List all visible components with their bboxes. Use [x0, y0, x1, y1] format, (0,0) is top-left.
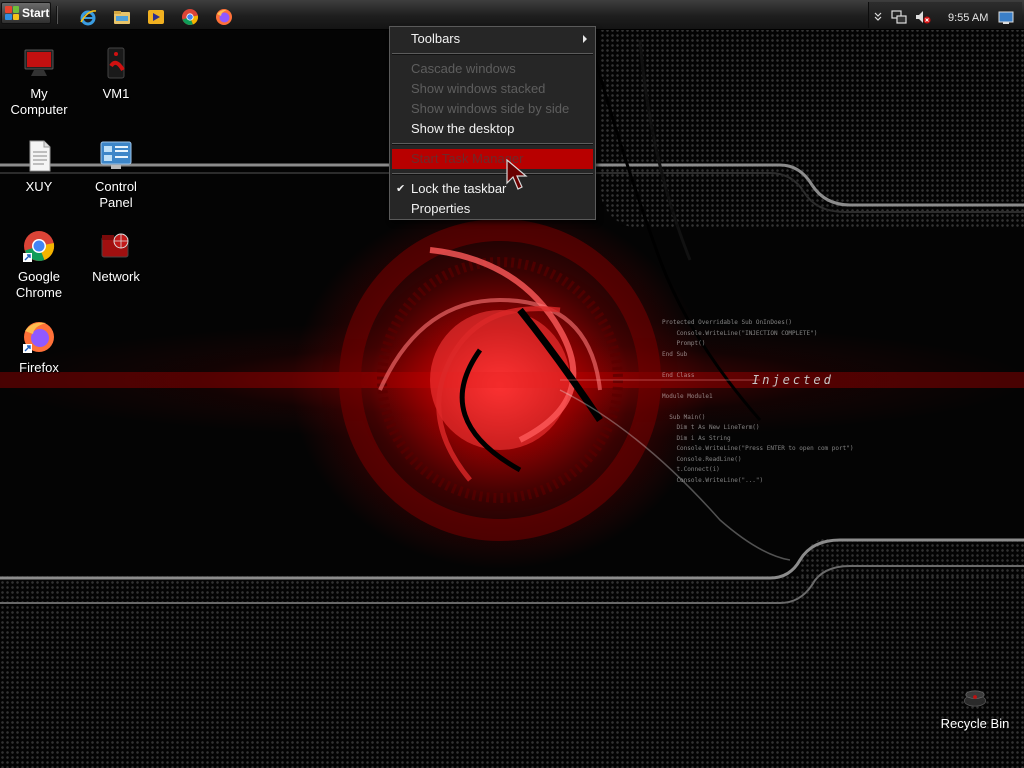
menu-item-lock-the-taskbar[interactable]: ✔ Lock the taskbar	[390, 179, 595, 199]
wallpaper-injected-text: Injected	[752, 373, 834, 387]
media-player-icon[interactable]	[147, 8, 165, 26]
file-explorer-icon[interactable]	[113, 8, 131, 26]
start-button[interactable]: Start	[1, 2, 51, 24]
menu-item-label: Properties	[411, 201, 471, 216]
quick-launch-separator	[56, 6, 58, 24]
menu-item-properties[interactable]: Properties	[390, 199, 595, 219]
mouse-cursor-icon	[506, 159, 528, 190]
submenu-arrow-icon	[583, 35, 587, 43]
desktop-icon-vm1[interactable]: VM1	[77, 46, 155, 102]
pc-tower-icon	[107, 47, 125, 79]
desktop-icon-label: VM1	[102, 86, 130, 101]
firefox-icon	[23, 322, 54, 353]
desktop-icon-label: Google Chrome	[15, 269, 63, 300]
wallpaper-code-art: Protected Overridable Sub OnInDoes() Con…	[662, 319, 854, 484]
google-chrome-icon[interactable]	[181, 8, 199, 26]
windows-logo-icon	[5, 6, 19, 20]
google-chrome-icon	[23, 231, 55, 262]
desktop-icon-google-chrome[interactable]: Google Chrome	[0, 229, 78, 301]
menu-item-label: Show the desktop	[411, 121, 515, 136]
desktop-icon-label: Recycle Bin	[940, 716, 1010, 731]
menu-item-label: Show windows stacked	[411, 81, 546, 96]
taskbar-clock[interactable]: 9:55 AM	[948, 12, 988, 24]
show-desktop-icon[interactable]	[998, 11, 1014, 25]
menu-item-label: Toolbars	[411, 31, 461, 46]
menu-item-show-the-desktop[interactable]: Show the desktop	[390, 119, 595, 139]
desktop-icon-label: My Computer	[10, 86, 68, 117]
menu-separator	[390, 169, 595, 179]
menu-item-show-windows-side-by-side[interactable]: Show windows side by side	[390, 99, 595, 119]
menu-item-label: Cascade windows	[411, 61, 516, 76]
text-document-icon	[29, 140, 51, 172]
desktop-icon-label: XUY	[25, 179, 53, 194]
menu-item-start-task-manager[interactable]: Start Task Manager	[392, 149, 593, 169]
menu-separator	[390, 139, 595, 149]
desktop-icon-control-panel[interactable]: Control Panel	[77, 139, 155, 211]
menu-item-label: Show windows side by side	[411, 101, 570, 116]
taskbar-context-menu: Toolbars Cascade windows Show windows st…	[389, 26, 596, 220]
desktop-icon-firefox[interactable]: Firefox	[0, 320, 78, 376]
desktop-icon-recycle-bin[interactable]: Recycle Bin	[936, 684, 1014, 732]
menu-item-label: Lock the taskbar	[411, 181, 507, 196]
control-panel-icon	[100, 141, 132, 169]
desktop-icon-label: Network	[92, 269, 140, 284]
volume-muted-icon[interactable]	[915, 10, 931, 24]
desktop-icon-xuy[interactable]: XUY	[0, 139, 78, 195]
recycle-bin-icon	[963, 690, 987, 707]
start-label: Start	[22, 6, 50, 20]
menu-item-cascade-windows[interactable]: Cascade windows	[390, 59, 595, 79]
show-hidden-icons-chevron-icon[interactable]	[873, 11, 883, 21]
desktop-icon-label: Control Panel	[95, 179, 137, 210]
firefox-icon[interactable]	[215, 8, 233, 26]
network-folder-icon	[101, 233, 129, 258]
checkmark-icon: ✔	[396, 183, 406, 195]
internet-explorer-icon[interactable]	[79, 8, 97, 26]
menu-item-toolbars[interactable]: Toolbars	[390, 29, 595, 49]
network-icon[interactable]	[891, 10, 907, 24]
desktop-icon-network[interactable]: Network	[77, 229, 155, 285]
menu-separator	[390, 49, 595, 59]
desktop-icon-label: Firefox	[19, 360, 59, 375]
menu-item-show-windows-stacked[interactable]: Show windows stacked	[390, 79, 595, 99]
computer-icon	[24, 49, 54, 76]
desktop-icon-my-computer[interactable]: My Computer	[0, 46, 78, 118]
